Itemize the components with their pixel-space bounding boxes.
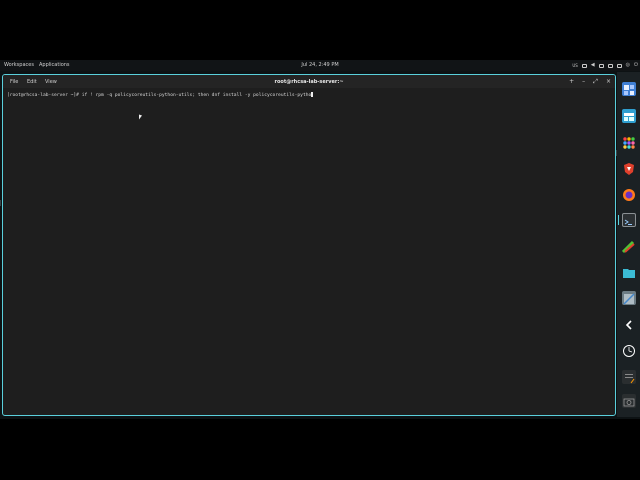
app-grid-icon[interactable] (622, 82, 636, 96)
chevron-left-icon[interactable] (622, 317, 636, 331)
maximize-button[interactable]: ⤢ (593, 78, 598, 86)
terminal-window[interactable]: File Edit View root@rhcsa-lab-server:~ +… (2, 74, 616, 416)
image-viewer-icon[interactable] (622, 291, 636, 305)
volume-icon[interactable]: ◀ (591, 63, 595, 68)
window-title: root@rhcsa-lab-server:~ (274, 79, 344, 85)
brave-browser-icon[interactable] (622, 161, 636, 175)
files-icon[interactable] (622, 109, 636, 123)
notes-icon[interactable] (622, 370, 636, 384)
battery-icon[interactable] (598, 63, 604, 68)
active-indicator (618, 215, 619, 225)
shell-prompt: [root@rhcsa-lab-server ~]# (7, 93, 82, 98)
notifications-icon[interactable] (616, 63, 622, 68)
clock[interactable]: Jul 24, 2:49 PM (0, 62, 640, 68)
dock (617, 72, 640, 417)
new-tab-button[interactable]: + (569, 78, 574, 86)
desktop-edge-mark (616, 150, 617, 156)
keyboard-layout[interactable]: US (572, 63, 577, 68)
terminal-icon[interactable] (622, 213, 636, 227)
folder-icon[interactable] (622, 265, 636, 279)
timer-icon[interactable] (622, 343, 636, 357)
screen-icon[interactable] (581, 63, 587, 68)
terminal-output[interactable]: [root@rhcsa-lab-server ~]# if ! rpm -q p… (7, 92, 314, 98)
display-icon[interactable] (607, 63, 613, 68)
paint-icon[interactable] (621, 239, 636, 254)
text-cursor (311, 92, 314, 97)
command-line[interactable]: if ! rpm -q policycoreutils-python-utils… (82, 93, 312, 98)
mouse-pointer-icon (139, 114, 142, 121)
power-icon[interactable]: ⏻ (634, 63, 638, 68)
minimize-button[interactable]: – (582, 78, 585, 86)
desktop-edge-mark (0, 200, 1, 206)
window-controls: + – ⤢ × (569, 78, 611, 86)
top-bar: Workspaces Applications Jul 24, 2:49 PM … (0, 60, 640, 71)
screenshot-icon[interactable] (622, 394, 636, 408)
system-tray[interactable]: US ◀ ◎ ⏻ (572, 61, 638, 70)
apps-icon[interactable] (622, 135, 636, 149)
network-icon[interactable]: ◎ (626, 63, 630, 68)
close-button[interactable]: × (606, 78, 611, 86)
desktop: Workspaces Applications Jul 24, 2:49 PM … (0, 60, 640, 419)
firefox-icon[interactable] (622, 187, 636, 201)
window-header[interactable]: File Edit View root@rhcsa-lab-server:~ +… (3, 75, 615, 88)
